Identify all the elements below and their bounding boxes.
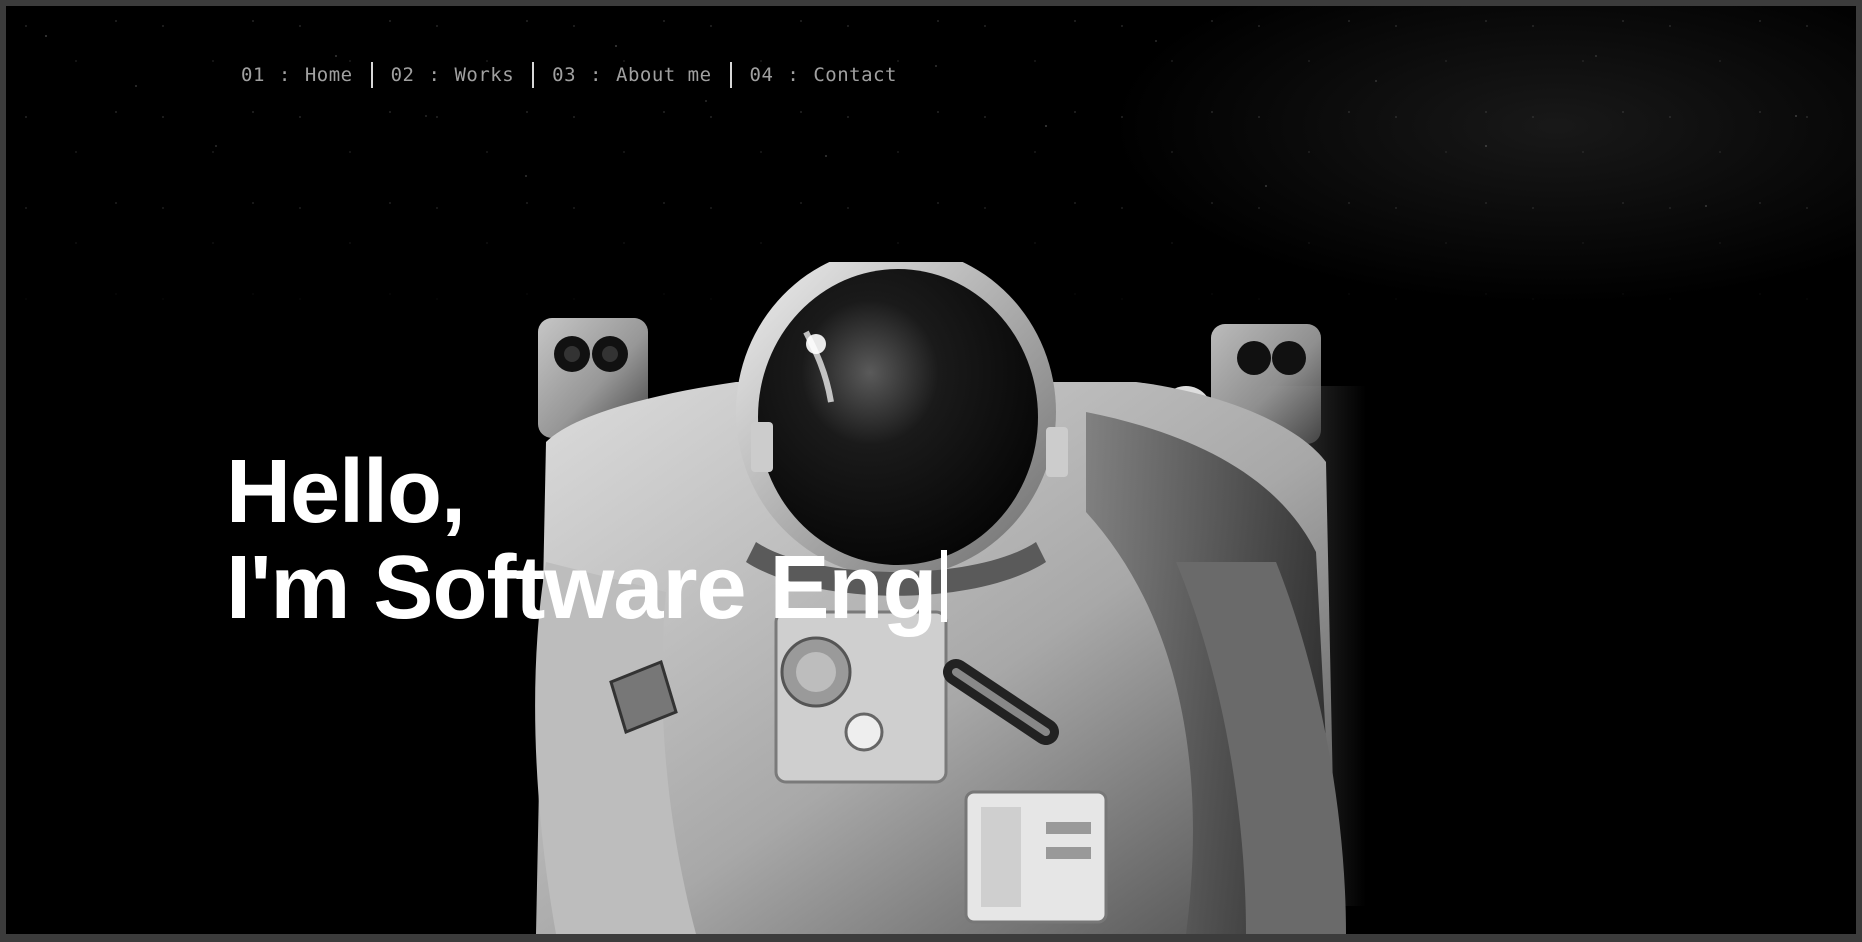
nav-number: 02	[390, 64, 415, 86]
nav-label: Contact	[813, 64, 897, 86]
nav-label: Home	[304, 64, 353, 86]
nav-number: 03	[552, 64, 577, 86]
nav-label: Works	[454, 64, 515, 86]
nav-item-works[interactable]: 02 : Works	[373, 64, 533, 86]
nav-label: About me	[616, 64, 712, 86]
nebula-glow	[1106, 6, 1856, 306]
main-navigation: 01 : Home 02 : Works 03 : About me 04 : …	[241, 62, 915, 88]
nav-number: 01	[241, 64, 265, 86]
browser-frame: 01 : Home 02 : Works 03 : About me 04 : …	[0, 0, 1862, 942]
hero-greeting: Hello,	[226, 442, 466, 543]
nav-item-contact[interactable]: 04 : Contact	[732, 64, 915, 86]
nav-separator: :	[428, 64, 441, 86]
hero-typing-line: I'm Software Eng	[226, 540, 947, 636]
nav-separator: :	[590, 64, 602, 86]
nav-item-about[interactable]: 03 : About me	[534, 64, 729, 86]
hero-typed-text: I'm Software Eng	[226, 538, 938, 639]
nav-separator: :	[787, 64, 800, 86]
nav-separator: :	[278, 64, 291, 86]
typing-caret	[940, 550, 947, 623]
hero-heading: Hello, I'm Software Eng	[226, 444, 947, 636]
hero-section: 01 : Home 02 : Works 03 : About me 04 : …	[6, 6, 1856, 934]
nav-item-home[interactable]: 01 : Home	[241, 64, 371, 86]
nav-number: 04	[749, 64, 774, 86]
